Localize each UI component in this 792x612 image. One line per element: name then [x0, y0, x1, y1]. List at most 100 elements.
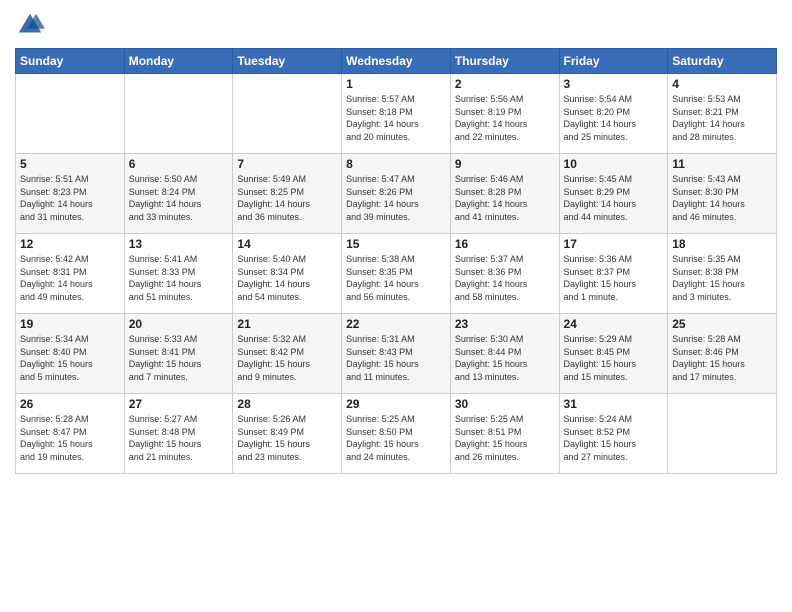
day-number: 13 [129, 237, 229, 251]
day-number: 25 [672, 317, 772, 331]
calendar-empty-cell [233, 74, 342, 154]
calendar-empty-cell [124, 74, 233, 154]
day-number: 6 [129, 157, 229, 171]
calendar-day-22: 22Sunrise: 5:31 AM Sunset: 8:43 PM Dayli… [342, 314, 451, 394]
day-info: Sunrise: 5:50 AM Sunset: 8:24 PM Dayligh… [129, 173, 229, 223]
day-info: Sunrise: 5:26 AM Sunset: 8:49 PM Dayligh… [237, 413, 337, 463]
day-info: Sunrise: 5:30 AM Sunset: 8:44 PM Dayligh… [455, 333, 555, 383]
day-number: 28 [237, 397, 337, 411]
day-number: 21 [237, 317, 337, 331]
day-number: 19 [20, 317, 120, 331]
calendar-day-12: 12 Sunrise: 5:42 AM Sunset: 8:31 PM Dayli… [16, 234, 125, 314]
day-number: 31 [564, 397, 664, 411]
day-number: 20 [129, 317, 229, 331]
col-header-tuesday: Tuesday [233, 49, 342, 74]
day-number: 16 [455, 237, 555, 251]
col-header-monday: Monday [124, 49, 233, 74]
calendar-day-10: 10 Sunrise: 5:45 AM Sunset: 8:29 PM Dayli… [559, 154, 668, 234]
col-header-wednesday: Wednesday [342, 49, 451, 74]
col-header-friday: Friday [559, 49, 668, 74]
day-info: Sunrise: 5:38 AM Sunset: 8:35 PM Dayligh… [346, 253, 446, 303]
day-info: Sunrise: 5:46 AM Sunset: 8:28 PM Dayligh… [455, 173, 555, 223]
page: SundayMondayTuesdayWednesdayThursdayFrid… [0, 0, 792, 612]
col-header-thursday: Thursday [450, 49, 559, 74]
day-info: Sunrise: 5:57 AM Sunset: 8:18 PM Dayligh… [346, 93, 446, 143]
day-number: 11 [672, 157, 772, 171]
day-number: 24 [564, 317, 664, 331]
day-info: Sunrise: 5:51 AM Sunset: 8:23 PM Dayligh… [20, 173, 120, 223]
day-info: Sunrise: 5:34 AM Sunset: 8:40 PM Dayligh… [20, 333, 120, 383]
calendar-day-24: 24 Sunrise: 5:29 AM Sunset: 8:45 PM Dayli… [559, 314, 668, 394]
calendar-day-16: 16 Sunrise: 5:37 AM Sunset: 8:36 PM Dayli… [450, 234, 559, 314]
day-number: 4 [672, 77, 772, 91]
day-number: 17 [564, 237, 664, 251]
calendar-day-20: 20 Sunrise: 5:33 AM Sunset: 8:41 PM Dayli… [124, 314, 233, 394]
day-number: 10 [564, 157, 664, 171]
day-number: 8 [346, 157, 446, 171]
day-number: 22 [346, 317, 446, 331]
day-info: Sunrise: 5:47 AM Sunset: 8:26 PM Dayligh… [346, 173, 446, 223]
calendar-day-7: 7Sunrise: 5:49 AM Sunset: 8:25 PM Daylig… [233, 154, 342, 234]
day-info: Sunrise: 5:56 AM Sunset: 8:19 PM Dayligh… [455, 93, 555, 143]
logo [15, 10, 49, 40]
calendar-day-25: 25 Sunrise: 5:28 AM Sunset: 8:46 PM Dayli… [668, 314, 777, 394]
day-number: 30 [455, 397, 555, 411]
header [15, 10, 777, 40]
calendar-day-4: 4 Sunrise: 5:53 AM Sunset: 8:21 PM Daylig… [668, 74, 777, 154]
day-info: Sunrise: 5:40 AM Sunset: 8:34 PM Dayligh… [237, 253, 337, 303]
day-info: Sunrise: 5:37 AM Sunset: 8:36 PM Dayligh… [455, 253, 555, 303]
day-number: 29 [346, 397, 446, 411]
day-info: Sunrise: 5:45 AM Sunset: 8:29 PM Dayligh… [564, 173, 664, 223]
calendar-day-11: 11 Sunrise: 5:43 AM Sunset: 8:30 PM Dayli… [668, 154, 777, 234]
calendar-day-13: 13 Sunrise: 5:41 AM Sunset: 8:33 PM Dayli… [124, 234, 233, 314]
calendar-empty-cell [16, 74, 125, 154]
calendar-day-5: 5Sunrise: 5:51 AM Sunset: 8:23 PM Daylig… [16, 154, 125, 234]
calendar-day-21: 21 Sunrise: 5:32 AM Sunset: 8:42 PM Dayli… [233, 314, 342, 394]
day-info: Sunrise: 5:32 AM Sunset: 8:42 PM Dayligh… [237, 333, 337, 383]
day-number: 26 [20, 397, 120, 411]
calendar-day-27: 27Sunrise: 5:27 AM Sunset: 8:48 PM Dayli… [124, 394, 233, 474]
day-number: 2 [455, 77, 555, 91]
calendar-week-row: 19 Sunrise: 5:34 AM Sunset: 8:40 PM Dayli… [16, 314, 777, 394]
calendar-day-6: 6 Sunrise: 5:50 AM Sunset: 8:24 PM Daylig… [124, 154, 233, 234]
calendar-day-8: 8 Sunrise: 5:47 AM Sunset: 8:26 PM Daylig… [342, 154, 451, 234]
day-info: Sunrise: 5:27 AM Sunset: 8:48 PM Dayligh… [129, 413, 229, 463]
calendar-week-row: 26 Sunrise: 5:28 AM Sunset: 8:47 PM Dayli… [16, 394, 777, 474]
day-number: 12 [20, 237, 120, 251]
day-number: 3 [564, 77, 664, 91]
calendar-day-3: 3 Sunrise: 5:54 AM Sunset: 8:20 PM Daylig… [559, 74, 668, 154]
calendar-week-row: 5Sunrise: 5:51 AM Sunset: 8:23 PM Daylig… [16, 154, 777, 234]
day-number: 15 [346, 237, 446, 251]
calendar-day-9: 9 Sunrise: 5:46 AM Sunset: 8:28 PM Daylig… [450, 154, 559, 234]
calendar-day-15: 15 Sunrise: 5:38 AM Sunset: 8:35 PM Dayli… [342, 234, 451, 314]
logo-icon [15, 10, 45, 40]
day-number: 9 [455, 157, 555, 171]
day-info: Sunrise: 5:36 AM Sunset: 8:37 PM Dayligh… [564, 253, 664, 303]
calendar-day-14: 14Sunrise: 5:40 AM Sunset: 8:34 PM Dayli… [233, 234, 342, 314]
day-info: Sunrise: 5:33 AM Sunset: 8:41 PM Dayligh… [129, 333, 229, 383]
day-info: Sunrise: 5:28 AM Sunset: 8:46 PM Dayligh… [672, 333, 772, 383]
calendar-empty-cell [668, 394, 777, 474]
calendar-day-2: 2 Sunrise: 5:56 AM Sunset: 8:19 PM Daylig… [450, 74, 559, 154]
day-info: Sunrise: 5:29 AM Sunset: 8:45 PM Dayligh… [564, 333, 664, 383]
day-info: Sunrise: 5:28 AM Sunset: 8:47 PM Dayligh… [20, 413, 120, 463]
day-number: 1 [346, 77, 446, 91]
day-info: Sunrise: 5:41 AM Sunset: 8:33 PM Dayligh… [129, 253, 229, 303]
day-info: Sunrise: 5:54 AM Sunset: 8:20 PM Dayligh… [564, 93, 664, 143]
calendar-day-23: 23Sunrise: 5:30 AM Sunset: 8:44 PM Dayli… [450, 314, 559, 394]
calendar-day-29: 29Sunrise: 5:25 AM Sunset: 8:50 PM Dayli… [342, 394, 451, 474]
calendar-day-30: 30 Sunrise: 5:25 AM Sunset: 8:51 PM Dayli… [450, 394, 559, 474]
day-info: Sunrise: 5:25 AM Sunset: 8:51 PM Dayligh… [455, 413, 555, 463]
col-header-saturday: Saturday [668, 49, 777, 74]
calendar-day-17: 17 Sunrise: 5:36 AM Sunset: 8:37 PM Dayli… [559, 234, 668, 314]
col-header-sunday: Sunday [16, 49, 125, 74]
day-info: Sunrise: 5:53 AM Sunset: 8:21 PM Dayligh… [672, 93, 772, 143]
day-info: Sunrise: 5:43 AM Sunset: 8:30 PM Dayligh… [672, 173, 772, 223]
day-info: Sunrise: 5:24 AM Sunset: 8:52 PM Dayligh… [564, 413, 664, 463]
calendar-day-31: 31 Sunrise: 5:24 AM Sunset: 8:52 PM Dayli… [559, 394, 668, 474]
calendar-header-row: SundayMondayTuesdayWednesdayThursdayFrid… [16, 49, 777, 74]
day-info: Sunrise: 5:42 AM Sunset: 8:31 PM Dayligh… [20, 253, 120, 303]
day-info: Sunrise: 5:49 AM Sunset: 8:25 PM Dayligh… [237, 173, 337, 223]
calendar-day-26: 26 Sunrise: 5:28 AM Sunset: 8:47 PM Dayli… [16, 394, 125, 474]
calendar-table: SundayMondayTuesdayWednesdayThursdayFrid… [15, 48, 777, 474]
